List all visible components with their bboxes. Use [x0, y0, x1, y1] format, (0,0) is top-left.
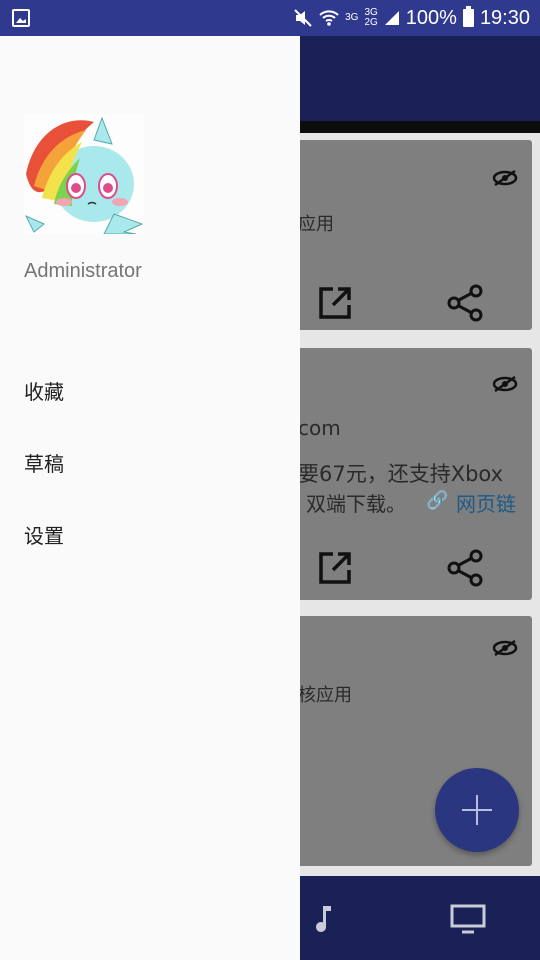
avatar[interactable] — [24, 114, 144, 234]
username: Administrator — [24, 260, 142, 282]
share-icon[interactable] — [445, 547, 487, 589]
visibility-off-icon[interactable] — [492, 640, 518, 656]
avatar-image — [24, 114, 144, 234]
feed-card[interactable]: 应用 — [286, 140, 532, 330]
clock: 19:30 — [479, 6, 530, 29]
music-icon[interactable] — [314, 904, 334, 934]
menu-item-settings[interactable]: 设置 — [24, 520, 64, 549]
network-type-label-3: 2G — [364, 17, 378, 28]
mute-icon — [294, 9, 312, 27]
battery-percent: 100% — [405, 6, 457, 29]
card-text: 核应用 — [298, 685, 352, 706]
card-text: 双端下载。 — [306, 492, 406, 516]
image-icon — [12, 9, 30, 27]
battery-icon — [462, 6, 474, 27]
feed-card[interactable]: com 要67元，还支持Xbox 双端下载。 🔗 网页链 — [286, 348, 532, 600]
visibility-off-icon[interactable] — [492, 376, 518, 392]
plus-icon — [462, 795, 492, 825]
link-icon: 🔗 — [426, 490, 449, 511]
card-text: 要67元，还支持Xbox — [298, 462, 504, 486]
card-text: 应用 — [298, 214, 334, 235]
open-external-icon[interactable] — [317, 550, 353, 586]
tv-icon[interactable] — [450, 904, 486, 934]
open-external-icon[interactable] — [317, 285, 353, 321]
signal-icon — [384, 11, 399, 25]
wifi-icon — [319, 10, 339, 26]
web-link[interactable]: 网页链 — [456, 488, 516, 517]
menu-item-favorites[interactable]: 收藏 — [24, 376, 64, 405]
network-type-label: 3G — [345, 12, 359, 23]
share-icon[interactable] — [445, 282, 487, 324]
visibility-off-icon[interactable] — [492, 170, 518, 186]
status-bar: 3G 3G 2G 100% 19:30 — [0, 0, 540, 36]
card-text: com — [298, 416, 341, 440]
menu-item-drafts[interactable]: 草稿 — [24, 448, 64, 477]
add-button[interactable] — [435, 768, 519, 852]
navigation-drawer: Administrator 收藏 草稿 设置 — [0, 36, 300, 960]
